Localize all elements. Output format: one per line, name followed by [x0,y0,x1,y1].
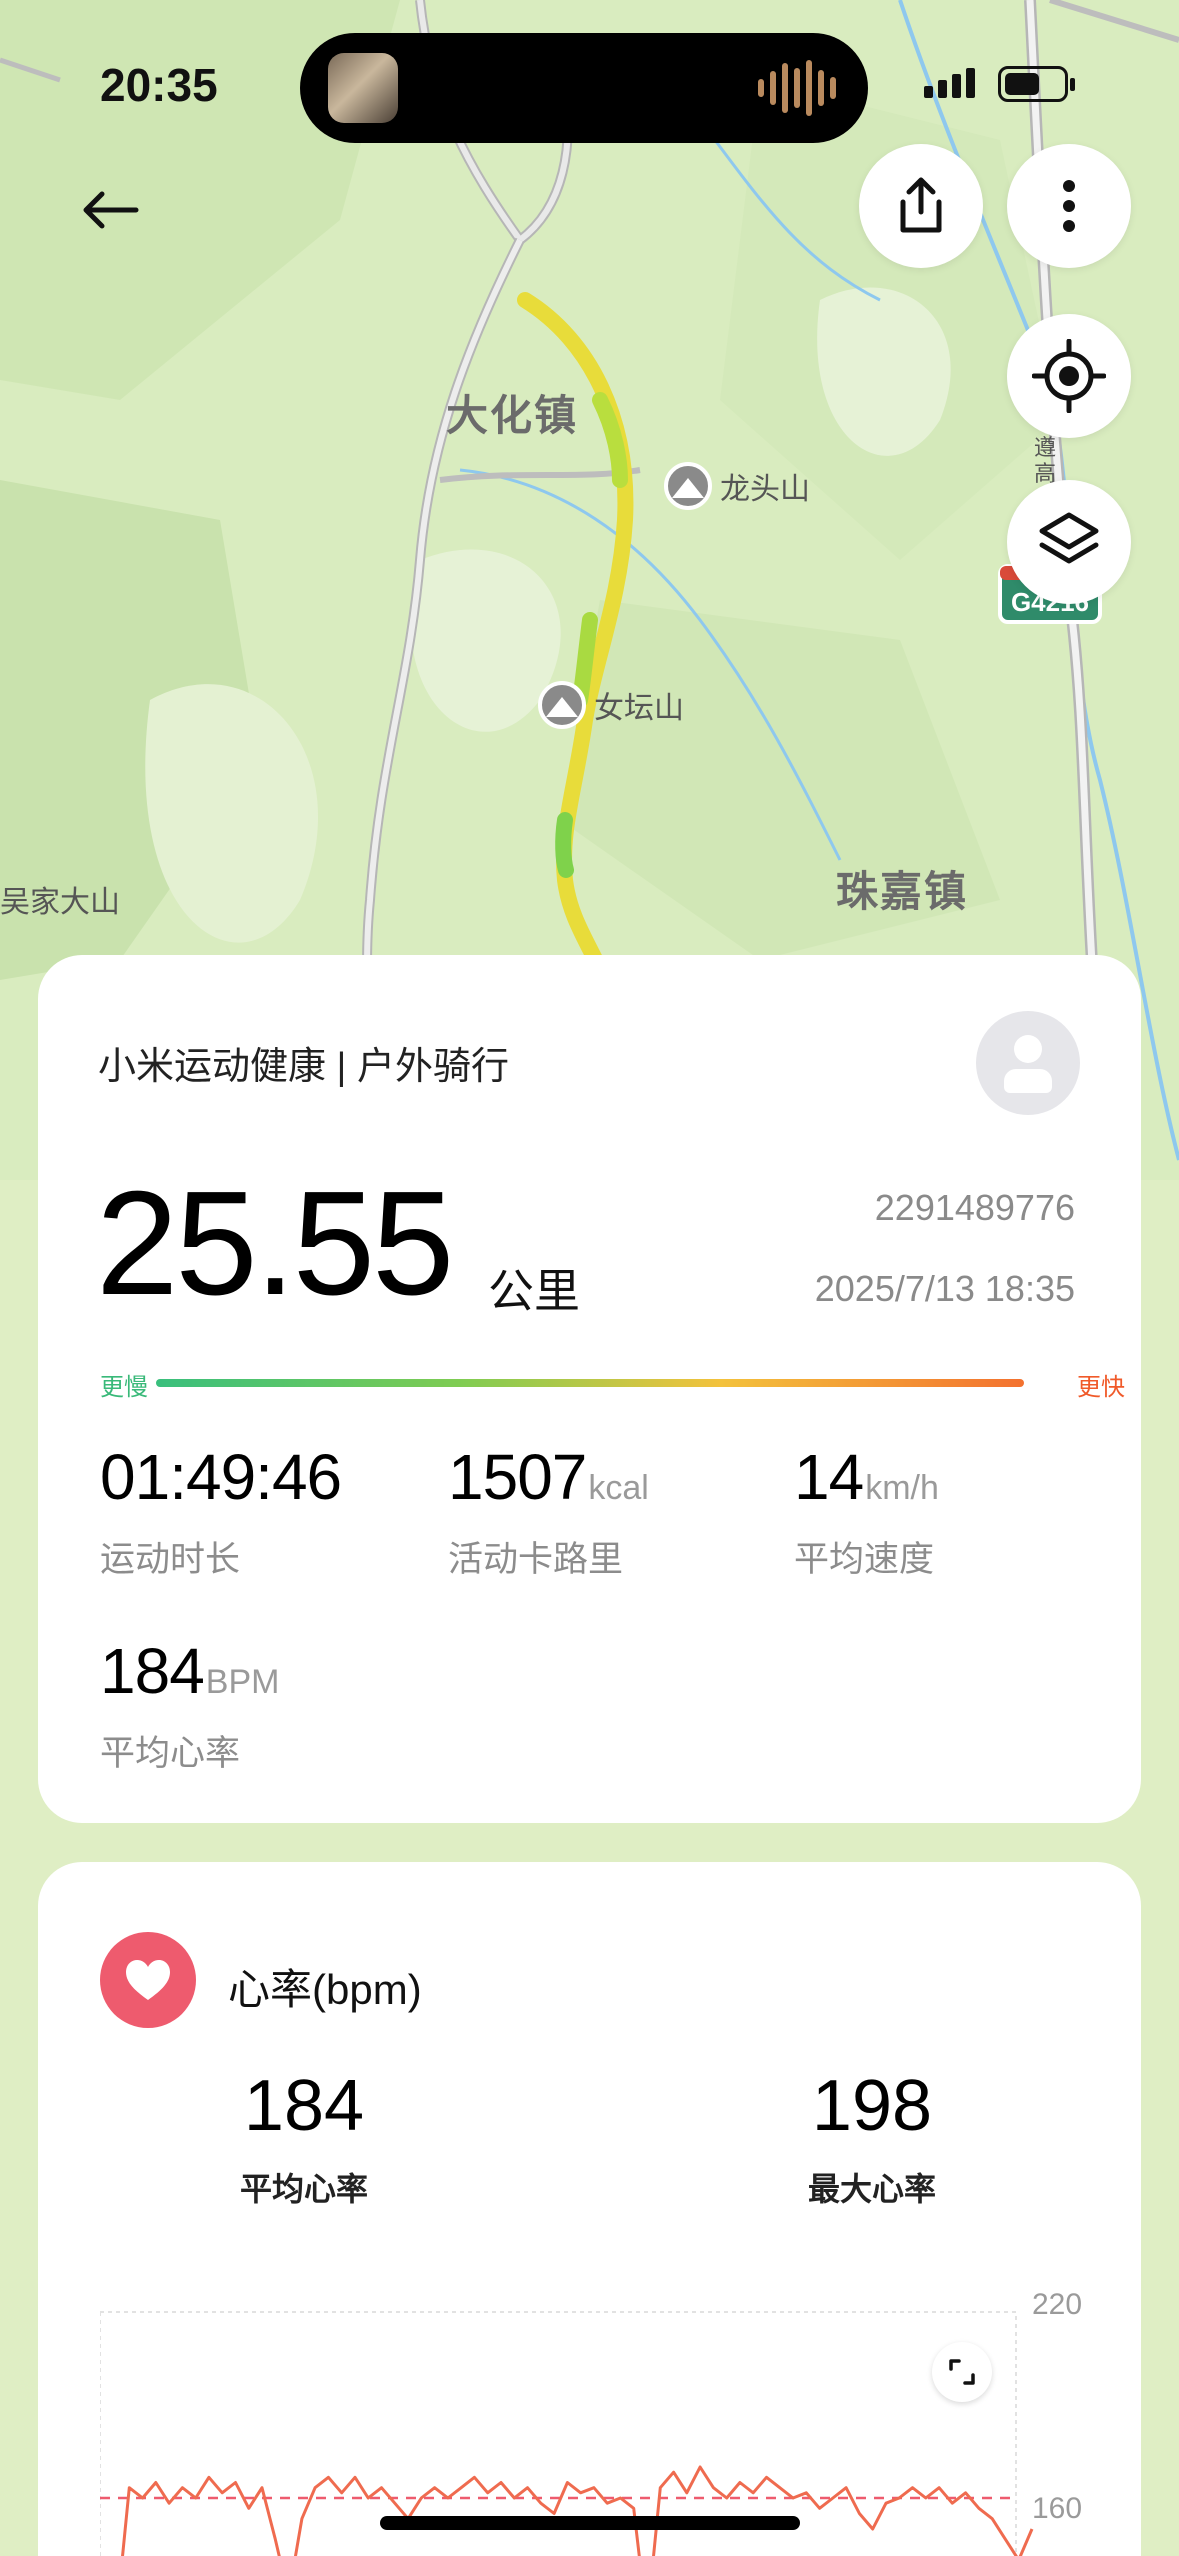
cellular-signal-icon [924,68,975,98]
max-heart-rate-value: 198 [811,2066,933,2146]
y-tick-label: 160 [1032,2492,1083,2525]
metric-calories: 1507kcal 活动卡路里 [448,1445,649,1582]
avg-heart-rate-stat: 184 平均心率 [154,2070,454,2210]
poi-label: 女坛山 [594,692,684,725]
expand-icon [949,2359,975,2385]
poi-label: 龙头山 [720,473,810,506]
user-id: 2291489776 [874,1187,1075,1228]
dynamic-island[interactable] [300,33,868,143]
avatar[interactable] [976,1011,1080,1115]
heart-rate-title: 心率(bpm) [228,1966,422,2013]
heart-icon [100,1932,196,2028]
audio-waveform-icon [758,60,836,116]
more-options-button[interactable] [1007,144,1131,268]
activity-datetime: 2025/7/13 18:35 [814,1268,1075,1309]
avg-heart-rate-value: 184 [243,2066,365,2146]
distance-value: 25.55 [96,1161,454,1326]
mountain-icon [664,462,712,510]
share-icon [900,177,942,233]
now-playing-artwork [328,53,398,123]
speed-slower-label: 更慢 [100,1374,148,1401]
town-label-dahua: 大化镇 [446,392,579,439]
metric-avg-speed: 14km/h 平均速度 [794,1445,939,1582]
metric-label: 平均速度 [794,1540,935,1579]
share-button[interactable] [859,144,983,268]
avg-heart-rate-label: 平均心率 [239,2171,368,2207]
poi-nvtanshan[interactable]: 女坛山 [538,681,684,729]
metric-value: 14 [794,1441,864,1513]
metric-duration: 01:49:46 运动时长 [100,1445,343,1582]
poi-longtoushan[interactable]: 龙头山 [664,462,810,510]
map-layers-button[interactable] [1007,480,1131,604]
battery-icon [998,66,1075,102]
y-tick-label: 220 [1032,2288,1083,2321]
more-vertical-icon [1063,180,1075,232]
max-heart-rate-label: 最大心率 [807,2171,936,2207]
metric-value: 01:49:46 [100,1441,342,1513]
metric-label: 活动卡路里 [448,1540,624,1579]
town-label-wujiadashan: 吴家大山 [0,886,120,919]
metric-unit: km/h [865,1469,939,1507]
metric-label: 运动时长 [100,1540,241,1579]
back-button[interactable] [70,170,150,250]
mountain-icon [538,681,586,729]
status-time: 20:35 [100,59,218,111]
speed-faster-label: 更快 [1077,1374,1125,1401]
metric-unit: BPM [205,1663,280,1701]
metric-unit: kcal [588,1469,649,1507]
workout-source-label: 小米运动健康 | 户外骑行 [98,1046,509,1088]
distance-unit: 公里 [488,1265,580,1317]
workout-summary-card: 小米运动健康 | 户外骑行 25.55 公里 2291489776 2025/7… [38,955,1141,1823]
layers-icon [1039,512,1099,564]
locate-icon [1032,339,1106,413]
expand-chart-button[interactable] [932,2342,992,2402]
heart-rate-card[interactable]: 心率(bpm) 184 平均心率 198 最大心率 220 160 [38,1862,1141,2556]
heart-rate-series-line [121,2465,1034,2556]
locate-me-button[interactable] [1007,314,1131,438]
max-heart-rate-stat: 198 最大心率 [722,2070,1022,2210]
home-indicator[interactable] [380,2516,800,2530]
speed-gradient-bar [156,1379,1024,1387]
town-label-zhujia: 珠嘉镇 [836,868,969,915]
metric-value: 184 [100,1635,205,1707]
metric-label: 平均心率 [100,1734,241,1773]
metric-avg-heart-rate: 184BPM 平均心率 [100,1639,279,1776]
arrow-left-icon [83,191,139,229]
metric-value: 1507 [448,1441,587,1513]
